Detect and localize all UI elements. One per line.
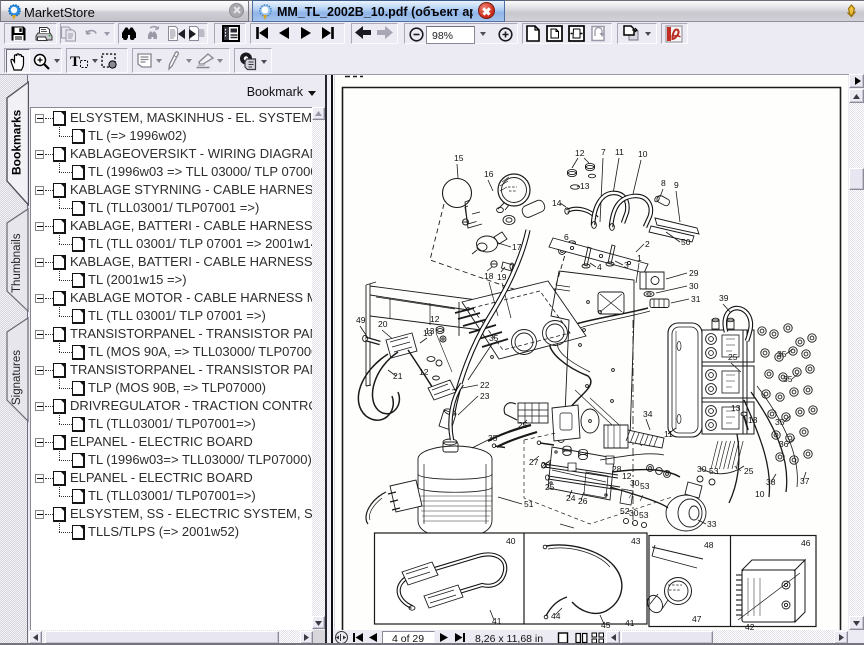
svg-text:25: 25 (744, 466, 754, 476)
svg-text:18: 18 (484, 271, 494, 281)
svg-text:21: 21 (393, 371, 403, 381)
svg-text:25: 25 (545, 482, 555, 492)
svg-text:23: 23 (480, 391, 490, 401)
svg-text:44: 44 (551, 611, 561, 621)
svg-text:43: 43 (631, 536, 641, 546)
svg-text:27: 27 (529, 457, 539, 467)
svg-text:3: 3 (624, 260, 629, 270)
svg-text:Bookmarks: Bookmarks (10, 109, 24, 175)
svg-text:51: 51 (524, 499, 534, 509)
svg-text:25: 25 (728, 352, 738, 362)
svg-text:30: 30 (689, 281, 699, 291)
svg-text:15: 15 (454, 153, 464, 163)
svg-text:34: 34 (643, 409, 653, 419)
svg-text:30: 30 (630, 478, 640, 488)
svg-text:35: 35 (489, 333, 499, 343)
svg-text:10: 10 (755, 489, 765, 499)
svg-text:19: 19 (497, 272, 507, 282)
svg-text:4: 4 (597, 262, 602, 272)
svg-text:13: 13 (748, 415, 758, 425)
svg-text:Signatures: Signatures (11, 350, 23, 405)
svg-text:50: 50 (681, 237, 691, 247)
svg-text:42: 42 (745, 622, 755, 630)
svg-text:35: 35 (783, 374, 793, 384)
svg-text:39: 39 (719, 293, 729, 303)
svg-text:Thumbnails: Thumbnails (11, 233, 23, 293)
svg-text:6: 6 (564, 232, 569, 242)
svg-text:T: T (70, 54, 80, 70)
svg-text:46: 46 (801, 538, 811, 548)
svg-text:10: 10 (638, 149, 648, 159)
svg-text:13: 13 (731, 403, 741, 413)
svg-text:7: 7 (601, 147, 606, 157)
svg-text:24: 24 (566, 493, 576, 503)
svg-text:48: 48 (704, 540, 714, 550)
svg-text:53: 53 (709, 466, 719, 476)
svg-text:37: 37 (800, 476, 810, 486)
svg-text:35: 35 (777, 349, 787, 359)
svg-text:41: 41 (625, 618, 635, 628)
svg-text:12: 12 (430, 314, 440, 324)
svg-text:53: 53 (639, 510, 649, 520)
svg-text:26: 26 (578, 496, 588, 506)
svg-text:12: 12 (575, 148, 585, 158)
svg-text:31: 31 (691, 294, 701, 304)
svg-text:20: 20 (378, 319, 388, 329)
svg-text:11: 11 (615, 147, 624, 157)
svg-text:49: 49 (356, 315, 366, 325)
svg-text:29: 29 (689, 268, 699, 278)
svg-text:36: 36 (779, 439, 789, 449)
svg-text:33: 33 (707, 519, 717, 529)
svg-text:1: 1 (637, 253, 642, 263)
svg-text:40: 40 (506, 536, 516, 546)
svg-text:47: 47 (692, 614, 702, 624)
svg-text:13: 13 (423, 328, 433, 338)
svg-text:38: 38 (766, 477, 776, 487)
svg-text:22: 22 (480, 380, 490, 390)
svg-text:53: 53 (640, 481, 650, 491)
svg-text:13: 13 (580, 181, 590, 191)
svg-text:41: 41 (492, 616, 502, 626)
svg-text:35: 35 (775, 417, 785, 427)
svg-text:8: 8 (661, 178, 666, 188)
svg-text:30: 30 (629, 508, 639, 518)
svg-text:9: 9 (674, 180, 679, 190)
svg-text:16: 16 (484, 169, 494, 179)
svg-text:2: 2 (645, 239, 650, 249)
